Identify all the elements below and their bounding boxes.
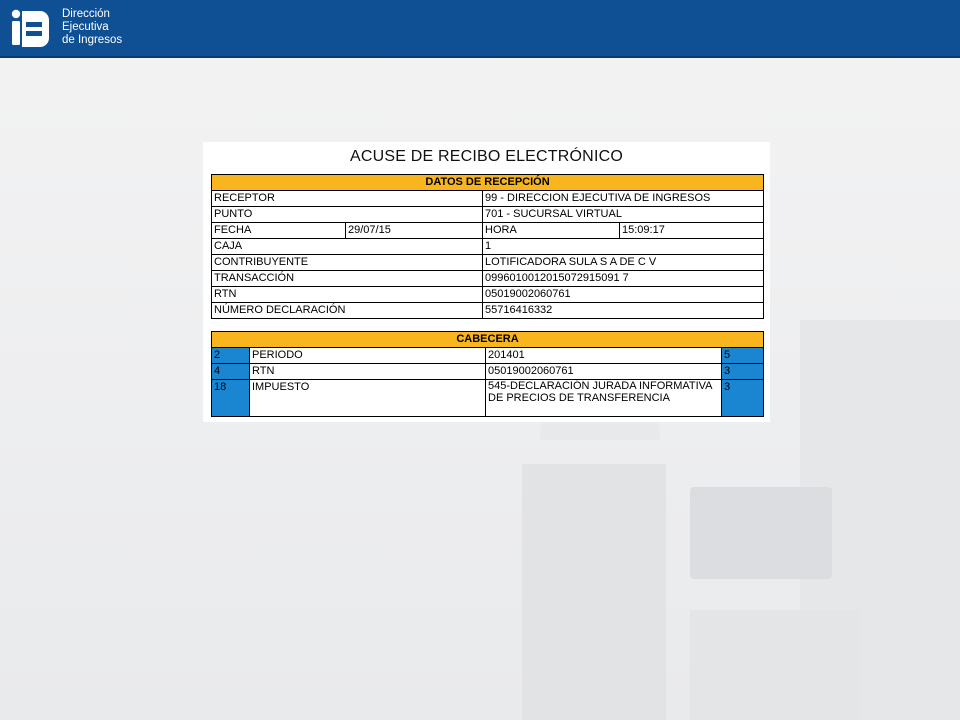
transaccion-label: TRANSACCIÓN [211,270,483,287]
row-label: PERIODO [249,347,486,364]
background-watermark [690,487,832,579]
receptor-value: 99 - DIRECCION EJECUTIVA DE INGRESOS [481,190,765,207]
table-row: NÚMERO DECLARACIÓN 55716416332 [211,302,765,319]
brand-line-3: de Ingresos [62,34,123,46]
table-row: CONTRIBUYENTE LOTIFICADORA SULA S A DE C… [211,254,765,271]
cabecera-header: CABECERA [210,331,765,348]
row-code: 2 [211,347,250,364]
row-value: 545-DECLARACIÓN JURADA INFORMATIVA DE PR… [485,379,722,417]
receptor-label: RECEPTOR [211,190,483,207]
background-watermark [522,464,666,720]
transaccion-value: 0996010012015072915091 7 [481,270,765,287]
reception-data-table: DATOS DE RECEPCIÓN RECEPTOR 99 - DIRECCI… [210,174,765,319]
row-value: 05019002060761 [485,363,722,380]
table-row: RECEPTOR 99 - DIRECCION EJECUTIVA DE ING… [211,190,765,207]
document-title: ACUSE DE RECIBO ELECTRÓNICO [349,148,623,165]
dei-logo-icon [11,9,49,47]
punto-label: PUNTO [211,206,483,223]
numero-declaracion-label: NÚMERO DECLARACIÓN [211,302,483,319]
table-row: TRANSACCIÓN 0996010012015072915091 7 [211,270,765,287]
row-code: 18 [211,379,250,417]
table-row: 2 PERIODO 201401 5 [211,347,765,364]
table-header-row: DATOS DE RECEPCIÓN [210,174,765,191]
receipt-document: ACUSE DE RECIBO ELECTRÓNICO DATOS DE REC… [203,142,770,422]
hora-value: 15:09:17 [618,222,765,239]
reception-header: DATOS DE RECEPCIÓN [210,174,765,191]
top-header-bar: Dirección Ejecutiva de Ingresos [0,0,960,58]
table-row: FECHA 29/07/15 HORA 15:09:17 [211,222,765,239]
row-label: RTN [249,363,486,380]
table-row: 18 IMPUESTO 545-DECLARACIÓN JURADA INFOR… [211,379,765,417]
contribuyente-value: LOTIFICADORA SULA S A DE C V [481,254,765,271]
rtn-label: RTN [211,286,483,303]
table-row: CAJA 1 [211,238,765,255]
table-row: PUNTO 701 - SUCURSAL VIRTUAL [211,206,765,223]
numero-declaracion-value: 55716416332 [481,302,765,319]
row-extra: 3 [720,363,765,380]
row-extra: 3 [720,379,765,417]
rtn-value: 05019002060761 [481,286,765,303]
background-watermark [690,610,860,720]
caja-value: 1 [481,238,765,255]
fecha-value: 29/07/15 [345,222,483,239]
cabecera-table: CABECERA 2 PERIODO 201401 5 4 RTN 050190… [210,331,765,417]
row-extra: 5 [720,347,765,364]
hora-label: HORA [482,222,620,239]
table-row: RTN 05019002060761 [211,286,765,303]
row-value: 201401 [485,347,722,364]
brand-line-1: Dirección [62,8,110,20]
table-row: 4 RTN 05019002060761 3 [211,363,765,380]
table-header-row: CABECERA [210,331,765,348]
row-label: IMPUESTO [249,379,486,417]
fecha-label: FECHA [211,222,346,239]
contribuyente-label: CONTRIBUYENTE [211,254,483,271]
punto-value: 701 - SUCURSAL VIRTUAL [481,206,765,223]
row-code: 4 [211,363,250,380]
brand-line-2: Ejecutiva [62,21,109,33]
caja-label: CAJA [211,238,483,255]
brand-name: Dirección Ejecutiva de Ingresos [62,8,122,47]
